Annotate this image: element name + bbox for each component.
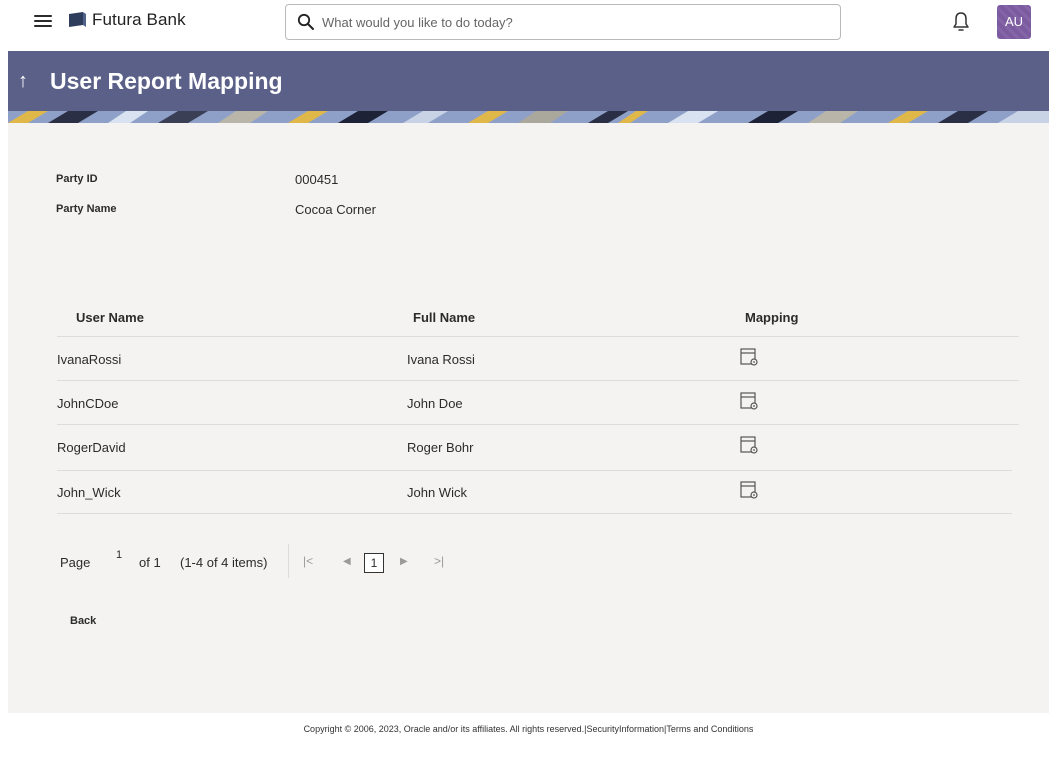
page-label: Page <box>60 555 91 570</box>
full-name-cell: John Wick <box>407 485 467 500</box>
prev-page-icon[interactable]: ◀ <box>343 556 351 567</box>
report-settings-icon[interactable] <box>739 347 759 367</box>
table-row: John_Wick John Wick <box>57 470 1012 514</box>
report-settings-icon[interactable] <box>739 480 759 500</box>
full-name-cell: Ivana Rossi <box>407 352 475 367</box>
column-header-full-name: Full Name <box>413 310 476 325</box>
notification-bell-icon[interactable] <box>952 11 970 33</box>
table-row: JohnCDoe John Doe <box>57 380 1019 424</box>
search-icon <box>297 13 314 30</box>
top-bar: Futura Bank AU <box>0 0 1049 51</box>
current-page-input[interactable]: 1 <box>116 549 122 561</box>
page-header: ↑ User Report Mapping <box>8 51 1049 123</box>
page-title: User Report Mapping <box>50 68 283 94</box>
user-avatar[interactable]: AU <box>997 5 1031 39</box>
search-input[interactable] <box>322 12 822 32</box>
page-1-button[interactable]: 1 <box>364 553 384 573</box>
table-row: RogerDavid Roger Bohr <box>57 424 1019 470</box>
user-name-cell: John_Wick <box>57 485 121 500</box>
main-content: Party ID 000451 Party Name Cocoa Corner … <box>8 123 1049 713</box>
back-button[interactable]: Back <box>70 615 96 627</box>
party-name-label: Party Name <box>56 203 117 215</box>
search-box[interactable] <box>285 4 841 40</box>
brand-name: Futura Bank <box>92 10 186 29</box>
next-page-icon[interactable]: ▶ <box>400 556 408 567</box>
bank-logo-icon <box>69 12 86 27</box>
full-name-cell: Roger Bohr <box>407 440 474 455</box>
column-header-user-name: User Name <box>76 310 144 325</box>
table-row: IvanaRossi Ivana Rossi <box>57 336 1019 380</box>
menu-icon[interactable] <box>34 13 52 29</box>
column-header-mapping: Mapping <box>745 310 799 325</box>
items-count: (1-4 of 4 items) <box>180 555 268 570</box>
report-settings-icon[interactable] <box>739 391 759 411</box>
full-name-cell: John Doe <box>407 396 463 411</box>
party-name-value: Cocoa Corner <box>295 202 376 217</box>
last-page-icon[interactable]: >| <box>434 554 444 568</box>
report-settings-icon[interactable] <box>739 435 759 455</box>
footer: Copyright © 2006, 2023, Oracle and/or it… <box>8 713 1049 757</box>
back-arrow-icon[interactable]: ↑ <box>18 70 28 93</box>
first-page-icon[interactable]: |< <box>303 554 313 568</box>
copyright-text: Copyright © 2006, 2023, Oracle and/or it… <box>303 724 754 734</box>
party-id-label: Party ID <box>56 173 98 185</box>
page-count: of 1 <box>139 555 161 570</box>
user-name-cell: IvanaRossi <box>57 352 122 367</box>
party-id-value: 000451 <box>295 172 339 187</box>
user-name-cell: JohnCDoe <box>57 396 119 411</box>
header-decoration <box>8 111 1049 123</box>
pager-divider <box>288 544 289 578</box>
user-name-cell: RogerDavid <box>57 440 126 455</box>
pagination: Page 1 of 1 (1-4 of 4 items) |< ◀ 1 ▶ >| <box>60 542 560 582</box>
